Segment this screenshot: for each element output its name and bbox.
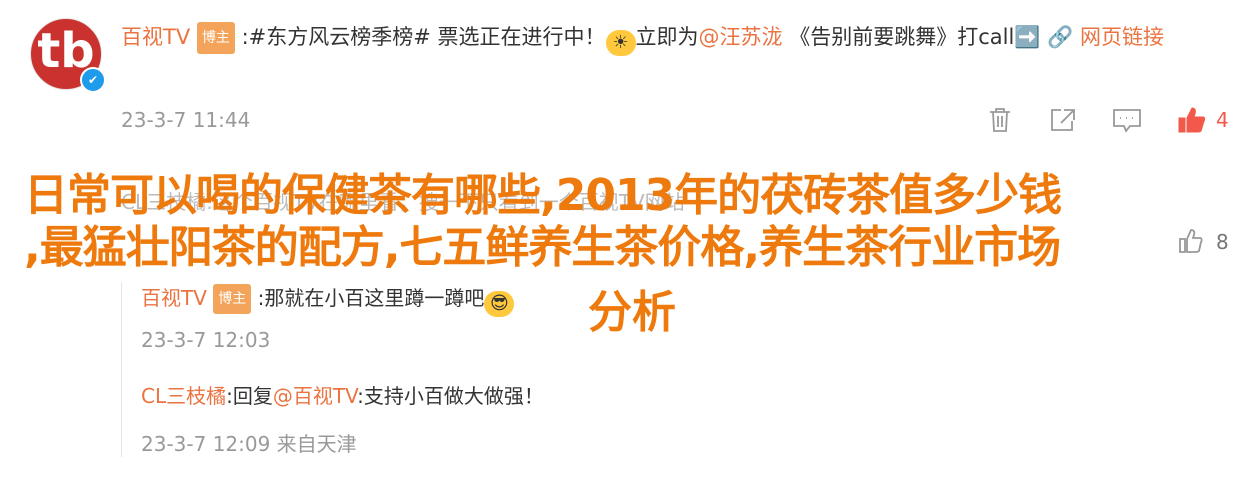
post-text-suffix: 《告别前要跳舞》打call➡️ xyxy=(782,25,1041,49)
reply-item: CL三枝橘:回复@百视TV:支持小百做大做强！ xyxy=(141,382,544,410)
reply-timestamp: 23-3-7 12:09 来自天津 xyxy=(141,432,357,456)
author-tag: 博主 xyxy=(213,284,252,314)
comment-icon[interactable] xyxy=(1112,107,1142,133)
sun-emoji-icon: ☀ xyxy=(605,30,636,56)
trash-icon[interactable] xyxy=(987,106,1013,134)
headline-line-1: 日常可以喝的保健茶有哪些,2013年的茯砖茶值多少钱 xyxy=(24,170,1062,221)
post-text-mid: 立即为 xyxy=(635,25,699,49)
reply-author[interactable]: 百视TV xyxy=(141,286,207,310)
post-text-prefix: :#东方风云榜季榜# 票选正在进行中！ xyxy=(241,25,606,49)
headline-line-3: 分析 xyxy=(588,287,676,338)
reply-text-suffix: :支持小百做大做强！ xyxy=(357,384,544,408)
post-text: 百视TV 博主 :#东方风云榜季榜# 票选正在进行中！ ☀ 立即为@汪苏泷 《告别前… xyxy=(121,22,1241,56)
reply-thread-line xyxy=(121,282,122,457)
web-link[interactable]: 🔗 网页链接 xyxy=(1047,25,1164,49)
headline-overlay: 日常可以喝的保健茶有哪些,2013年的茯砖茶值多少钱 ,最猛壮阳茶的配方,七五鲜… xyxy=(24,170,1234,274)
post-timestamp: 23-3-7 11:44 xyxy=(121,108,251,132)
share-icon[interactable] xyxy=(1049,107,1077,133)
reply-timestamp: 23-3-7 12:03 xyxy=(141,328,271,352)
post-mention[interactable]: @汪苏泷 xyxy=(699,25,783,49)
reply-mention[interactable]: @百视TV xyxy=(273,384,357,408)
verified-icon: ✔ xyxy=(80,67,106,93)
like-count: 4 xyxy=(1216,108,1229,132)
like-icon[interactable] xyxy=(1177,106,1207,134)
author-tag: 博主 xyxy=(196,22,235,54)
post-author[interactable]: 百视TV xyxy=(121,25,190,49)
reply-author[interactable]: CL三枝橘 xyxy=(141,384,226,408)
headline-line-2: ,最猛壮阳茶的配方,七五鲜养生茶价格,养生茶行业市场 xyxy=(24,222,1061,273)
reply-text-prefix: :回复 xyxy=(226,384,273,408)
sunglasses-emoji-icon: 😎 xyxy=(484,291,515,317)
reply-item: 百视TV 博主 :那就在小百这里蹲一蹲吧 😎 xyxy=(141,284,515,317)
reply-text: :那就在小百这里蹲一蹲吧 xyxy=(257,286,485,310)
